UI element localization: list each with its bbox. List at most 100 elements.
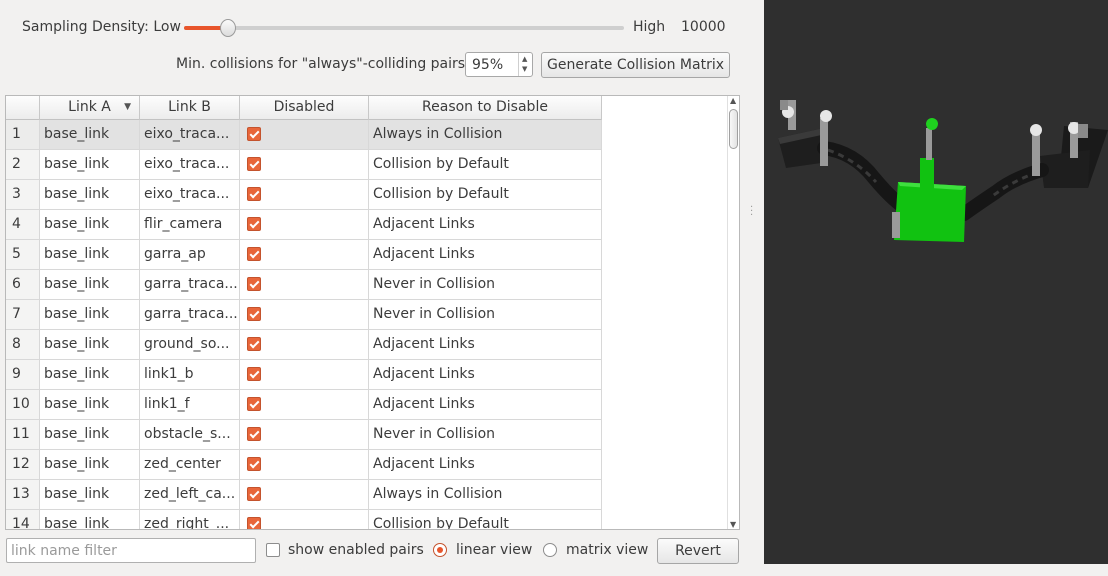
scroll-up-icon[interactable]: ▲ (730, 96, 736, 105)
cell-link-b[interactable]: garra_traca... (140, 300, 240, 330)
scrollbar-thumb[interactable] (729, 109, 738, 149)
cell-reason[interactable]: Adjacent Links (369, 210, 602, 240)
matrix-view-label[interactable]: matrix view (566, 542, 648, 558)
cell-link-b[interactable]: eixo_traca... (140, 150, 240, 180)
cell-reason[interactable]: Never in Collision (369, 270, 602, 300)
linear-view-radio[interactable] (433, 543, 447, 557)
cell-reason[interactable]: Adjacent Links (369, 330, 602, 360)
cell-reason[interactable]: Never in Collision (369, 300, 602, 330)
table-row[interactable]: 9 base_link link1_b Adjacent Links (6, 360, 602, 390)
column-header-reason[interactable]: Reason to Disable (369, 96, 602, 120)
table-row[interactable]: 7 base_link garra_traca... Never in Collisi… (6, 300, 602, 330)
disabled-checkbox[interactable] (247, 277, 261, 291)
cell-disabled (240, 300, 369, 330)
cell-link-b[interactable]: zed_center (140, 450, 240, 480)
disabled-checkbox[interactable] (247, 457, 261, 471)
linear-view-label[interactable]: linear view (456, 542, 532, 558)
sampling-density-slider[interactable] (184, 19, 624, 37)
cell-link-a[interactable]: base_link (40, 240, 140, 270)
cell-link-a[interactable]: base_link (40, 480, 140, 510)
disabled-checkbox[interactable] (247, 217, 261, 231)
splitter-grip-icon[interactable]: · · · (750, 203, 753, 221)
show-enabled-pairs-label[interactable]: show enabled pairs (288, 542, 424, 558)
disabled-checkbox[interactable] (247, 187, 261, 201)
table-row[interactable]: 3 base_link eixo_traca... Collision by Defa… (6, 180, 602, 210)
revert-button[interactable]: Revert (657, 538, 739, 564)
cell-link-b[interactable]: eixo_traca... (140, 180, 240, 210)
table-row[interactable]: 12 base_link zed_center Adjacent Links (6, 450, 602, 480)
link-name-filter-input[interactable] (6, 538, 256, 563)
cell-reason[interactable]: Adjacent Links (369, 240, 602, 270)
cell-link-a[interactable]: base_link (40, 450, 140, 480)
disabled-checkbox[interactable] (247, 247, 261, 261)
cell-link-a[interactable]: base_link (40, 510, 140, 529)
robot-3d-viewport[interactable] (764, 0, 1108, 564)
cell-reason[interactable]: Adjacent Links (369, 390, 602, 420)
disabled-checkbox[interactable] (247, 487, 261, 501)
cell-link-a[interactable]: base_link (40, 360, 140, 390)
panel-splitter[interactable]: · · · (744, 0, 764, 576)
row-number: 6 (6, 270, 40, 300)
disabled-checkbox[interactable] (247, 127, 261, 141)
cell-reason[interactable]: Adjacent Links (369, 360, 602, 390)
cell-reason[interactable]: Collision by Default (369, 510, 602, 529)
cell-link-b[interactable]: link1_b (140, 360, 240, 390)
cell-link-a[interactable]: base_link (40, 150, 140, 180)
matrix-view-radio[interactable] (543, 543, 557, 557)
spin-up-icon[interactable]: ▲ (522, 55, 527, 63)
cell-link-b[interactable]: ground_so... (140, 330, 240, 360)
cell-disabled (240, 210, 369, 240)
cell-link-b[interactable]: flir_camera (140, 210, 240, 240)
table-row[interactable]: 6 base_link garra_traca... Never in Collisi… (6, 270, 602, 300)
cell-link-b[interactable]: zed_right_... (140, 510, 240, 529)
cell-link-b[interactable]: garra_ap (140, 240, 240, 270)
table-row[interactable]: 4 base_link flir_camera Adjacent Links (6, 210, 602, 240)
cell-link-a[interactable]: base_link (40, 330, 140, 360)
cell-link-a[interactable]: base_link (40, 120, 140, 150)
disabled-checkbox[interactable] (247, 337, 261, 351)
table-row[interactable]: 8 base_link ground_so... Adjacent Links (6, 330, 602, 360)
cell-link-b[interactable]: obstacle_s... (140, 420, 240, 450)
disabled-checkbox[interactable] (247, 517, 261, 529)
cell-link-a[interactable]: base_link (40, 270, 140, 300)
disabled-checkbox[interactable] (247, 307, 261, 321)
table-row[interactable]: 10 base_link link1_f Adjacent Links (6, 390, 602, 420)
cell-link-b[interactable]: link1_f (140, 390, 240, 420)
cell-reason[interactable]: Never in Collision (369, 420, 602, 450)
table-row[interactable]: 13 base_link zed_left_ca... Always in Colli… (6, 480, 602, 510)
generate-collision-matrix-button[interactable]: Generate Collision Matrix (541, 52, 730, 78)
disabled-checkbox[interactable] (247, 367, 261, 381)
slider-handle[interactable] (220, 19, 236, 37)
table-row[interactable]: 11 base_link obstacle_s... Never in Collisi… (6, 420, 602, 450)
table-vertical-scrollbar[interactable]: ▲ ▼ (727, 96, 739, 529)
scroll-down-icon[interactable]: ▼ (730, 520, 736, 529)
table-row[interactable]: 5 base_link garra_ap Adjacent Links (6, 240, 602, 270)
min-collisions-value[interactable]: 95% (472, 57, 503, 73)
cell-reason[interactable]: Collision by Default (369, 150, 602, 180)
min-collisions-spinbox[interactable]: 95% ▲ ▼ (465, 52, 533, 77)
show-enabled-pairs-checkbox[interactable] (266, 543, 280, 557)
disabled-checkbox[interactable] (247, 397, 261, 411)
cell-link-a[interactable]: base_link (40, 300, 140, 330)
cell-link-a[interactable]: base_link (40, 180, 140, 210)
column-header-disabled[interactable]: Disabled (240, 96, 369, 120)
cell-link-b[interactable]: garra_traca... (140, 270, 240, 300)
column-header-link-a[interactable]: Link A ▼ (40, 96, 140, 120)
cell-link-a[interactable]: base_link (40, 210, 140, 240)
cell-reason[interactable]: Adjacent Links (369, 450, 602, 480)
cell-link-b[interactable]: zed_left_ca... (140, 480, 240, 510)
disabled-checkbox[interactable] (247, 427, 261, 441)
table-row[interactable]: 2 base_link eixo_traca... Collision by Defa… (6, 150, 602, 180)
cell-link-a[interactable]: base_link (40, 390, 140, 420)
spin-arrows[interactable]: ▲ ▼ (518, 53, 532, 76)
table-row[interactable]: 1 base_link eixo_traca... Always in Collisi… (6, 120, 602, 150)
spin-down-icon[interactable]: ▼ (522, 65, 527, 73)
disabled-checkbox[interactable] (247, 157, 261, 171)
cell-reason[interactable]: Collision by Default (369, 180, 602, 210)
cell-reason[interactable]: Always in Collision (369, 120, 602, 150)
cell-link-b[interactable]: eixo_traca... (140, 120, 240, 150)
cell-reason[interactable]: Always in Collision (369, 480, 602, 510)
column-header-link-b[interactable]: Link B (140, 96, 240, 120)
table-row[interactable]: 14 base_link zed_right_... Collision by Def… (6, 510, 602, 529)
cell-link-a[interactable]: base_link (40, 420, 140, 450)
